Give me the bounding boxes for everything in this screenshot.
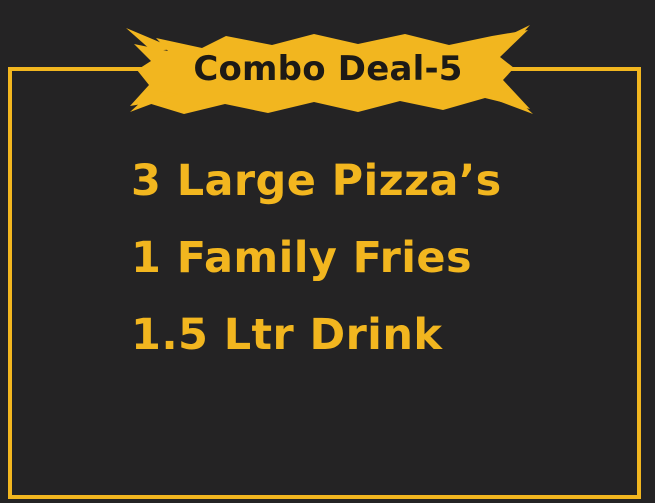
title-banner: Combo Deal-5 bbox=[118, 18, 538, 122]
banner-title: Combo Deal-5 bbox=[193, 49, 463, 89]
combo-item-pizzas: 3 Large Pizza’s bbox=[131, 156, 502, 206]
combo-item-drink: 1.5 Ltr Drink bbox=[131, 310, 443, 360]
combo-item-fries: 1 Family Fries bbox=[131, 233, 472, 283]
combo-card: Combo Deal-5 3 Large Pizza’s 1 Family Fr… bbox=[0, 0, 655, 503]
combo-items-list: 3 Large Pizza’s 1 Family Fries 1.5 Ltr D… bbox=[131, 160, 611, 391]
